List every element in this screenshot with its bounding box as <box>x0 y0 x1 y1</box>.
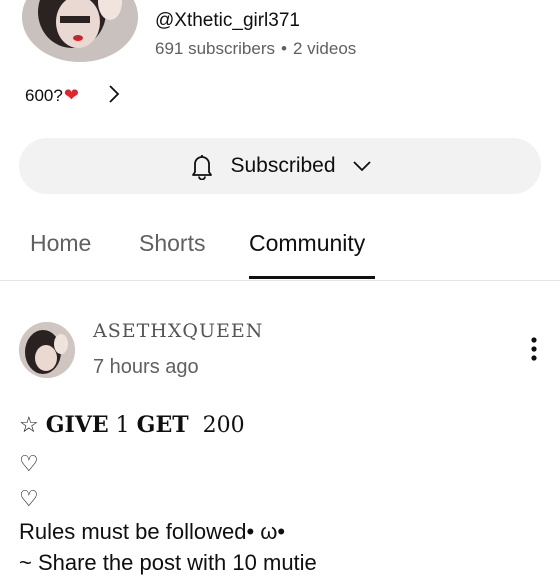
channel-stats: 691 subscribers • 2 videos <box>155 39 356 59</box>
post-get-word: GET <box>136 412 189 438</box>
post-give-count: 1 <box>115 413 130 438</box>
heart-emoji: ❤ <box>63 85 79 105</box>
chevron-down-icon <box>352 161 371 172</box>
post-give-word: GIVE <box>45 412 109 438</box>
more-vert-icon[interactable] <box>522 334 546 364</box>
tab-home[interactable]: Home <box>30 230 91 257</box>
post-timestamp: 7 hours ago <box>93 356 199 378</box>
tab-community[interactable]: Community <box>249 230 365 257</box>
channel-avatar[interactable] <box>22 0 138 62</box>
channel-description[interactable]: 600? ❤ <box>25 85 79 106</box>
subscribed-label: Subscribed <box>230 154 336 177</box>
stats-separator: • <box>281 39 287 58</box>
video-count: 2 videos <box>292 39 357 58</box>
chevron-right-icon[interactable] <box>104 84 124 104</box>
channel-tabs: Home Shorts Community <box>0 222 560 281</box>
post-get-count: 200 <box>202 413 245 438</box>
post-text-line: ♡ <box>19 451 39 476</box>
tab-shorts[interactable]: Shorts <box>139 230 205 257</box>
channel-handle: @Xthetic_girl371 <box>155 10 300 31</box>
post-author-avatar[interactable] <box>19 322 75 378</box>
post-text-line: ☆ GIVE 1 GET 200 <box>19 412 245 438</box>
post-text-line: ♡ <box>19 486 39 511</box>
post-author-name[interactable]: ASETHXQUEEN <box>93 320 263 342</box>
active-tab-indicator <box>249 276 375 279</box>
star-glyph: ☆ <box>19 413 39 438</box>
subscriber-count: 691 subscribers <box>155 39 276 58</box>
post-text-line: Rules must be followed• ω• <box>19 519 286 544</box>
description-text: 600? <box>25 85 63 105</box>
subscribed-button[interactable]: Subscribed <box>19 138 541 194</box>
post-text-line: ~ Share the post with 10 mutie <box>19 550 317 575</box>
bell-icon <box>192 155 213 180</box>
